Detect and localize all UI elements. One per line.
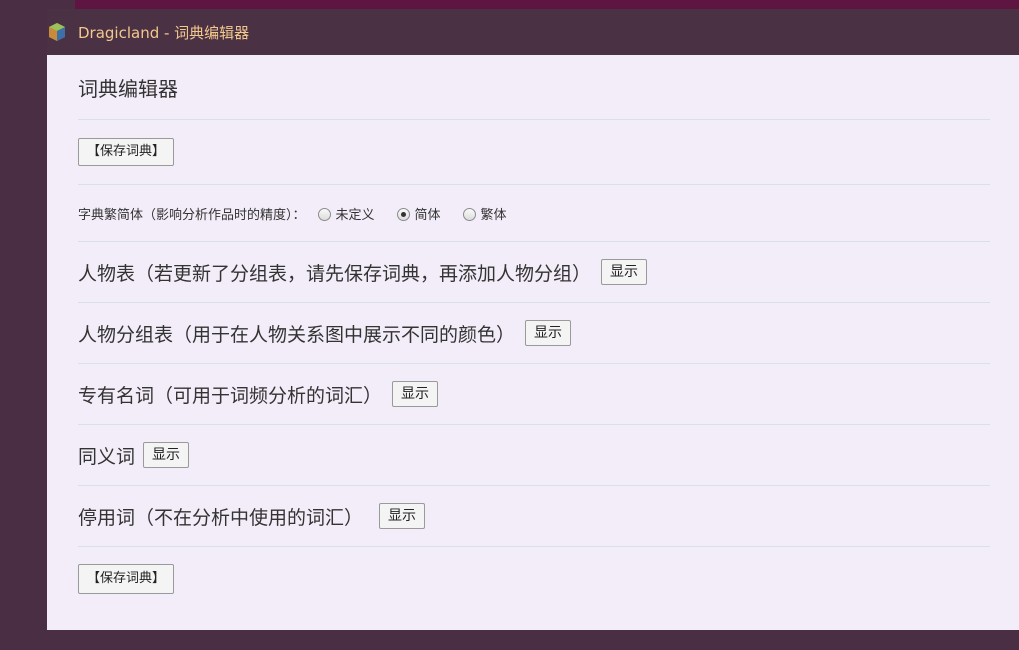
section-characters-label: 人物表（若更新了分组表，请先保存词典，再添加人物分组） [78,262,592,285]
show-characters-button[interactable]: 显示 [601,259,648,285]
page-title: 词典编辑器 [78,55,990,120]
save-dictionary-button-bottom[interactable]: 【保存词典】 [78,564,175,594]
window-title: Dragicland - 词典编辑器 [78,23,250,42]
app-icon [47,22,67,42]
section-synonyms: 同义词 显示 [78,425,990,486]
show-proper-nouns-button[interactable]: 显示 [392,381,439,407]
radio-simplified-label: 简体 [414,207,441,223]
bottom-save-row: 【保存词典】 [78,547,990,611]
window-titlebar: Dragicland - 词典编辑器 [47,9,1019,55]
radio-traditional-label: 繁体 [480,207,507,223]
background-strip [75,0,1019,9]
radio-simplified-circle[interactable] [396,208,410,221]
section-characters: 人物表（若更新了分组表，请先保存词典，再添加人物分组） 显示 [78,242,990,303]
section-proper-nouns: 专有名词（可用于词频分析的词汇） 显示 [78,364,990,425]
radio-undefined[interactable]: 未定义 [317,204,375,223]
show-synonyms-button[interactable]: 显示 [143,442,190,468]
show-character-groups-button[interactable]: 显示 [525,320,572,346]
section-character-groups: 人物分组表（用于在人物关系图中展示不同的颜色） 显示 [78,303,990,364]
script-type-row: 字典繁简体（影响分析作品时的精度）： 未定义 简体 繁体 [78,185,990,242]
script-type-label: 字典繁简体（影响分析作品时的精度）： [78,207,306,223]
main-panel: 词典编辑器 【保存词典】 字典繁简体（影响分析作品时的精度）： 未定义 简体 繁… [47,55,1019,630]
content: 词典编辑器 【保存词典】 字典繁简体（影响分析作品时的精度）： 未定义 简体 繁… [78,55,990,611]
radio-traditional-circle[interactable] [462,208,476,221]
radio-simplified[interactable]: 简体 [396,204,441,223]
section-stopwords: 停用词（不在分析中使用的词汇） 显示 [78,486,990,547]
section-character-groups-label: 人物分组表（用于在人物关系图中展示不同的颜色） [78,323,516,346]
section-synonyms-label: 同义词 [78,445,136,468]
show-stopwords-button[interactable]: 显示 [379,503,426,529]
script-type-radio-group: 未定义 简体 繁体 [317,204,529,223]
section-stopwords-label: 停用词（不在分析中使用的词汇） [78,506,364,529]
top-save-row: 【保存词典】 [78,120,990,185]
section-proper-nouns-label: 专有名词（可用于词频分析的词汇） [78,384,383,407]
radio-traditional[interactable]: 繁体 [462,204,507,223]
radio-undefined-label: 未定义 [335,207,375,223]
radio-selected-dot [400,212,406,217]
save-dictionary-button-top[interactable]: 【保存词典】 [78,138,175,166]
radio-undefined-circle[interactable] [317,208,331,221]
